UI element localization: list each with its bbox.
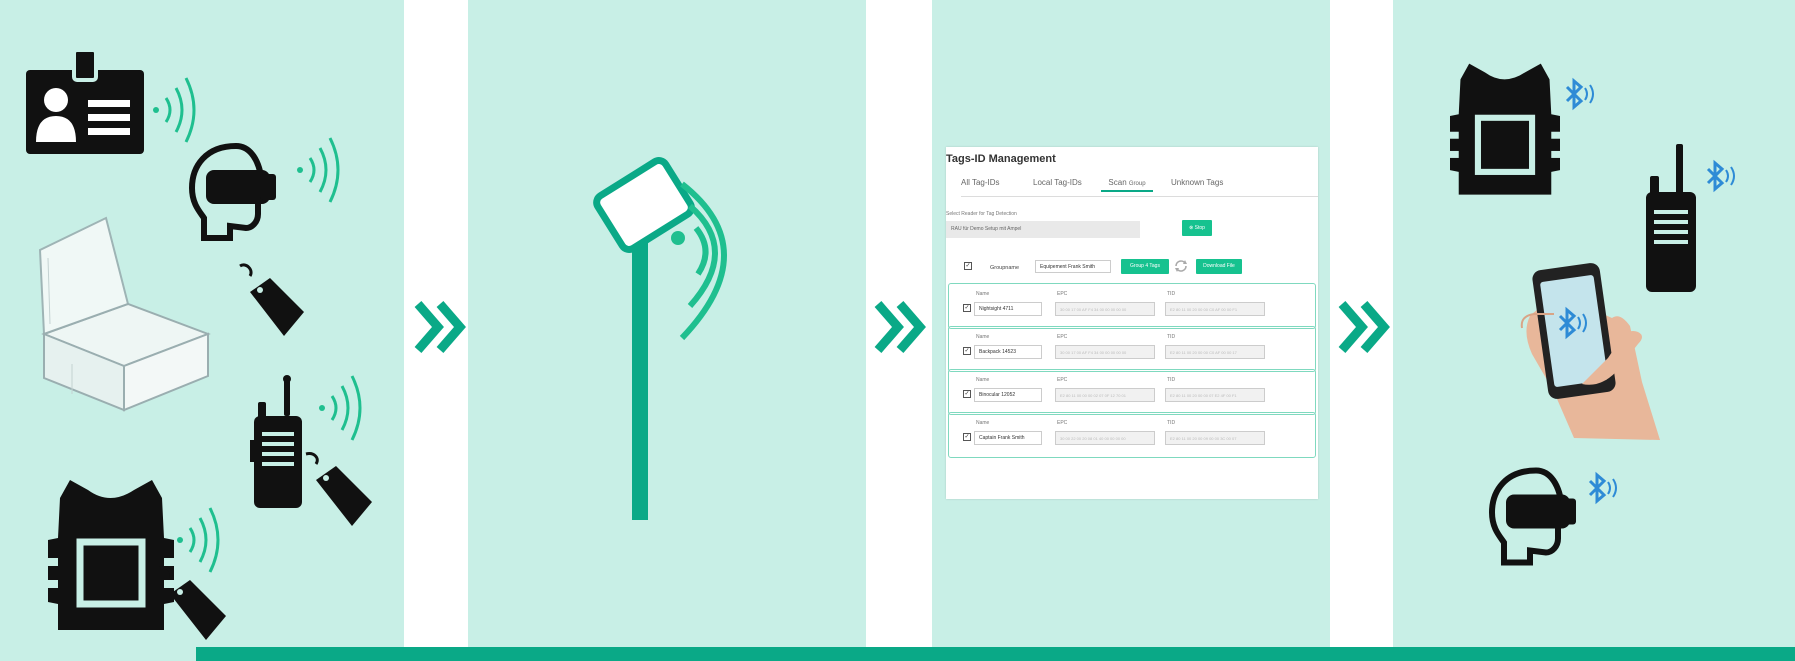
tag-row: Name EPC TID ✓ Binocular 12052 E2 80 11 … [948, 369, 1316, 415]
radio-icon [250, 375, 302, 508]
stop-button[interactable]: ⊗ Stop [1182, 220, 1212, 236]
name-col-label: Name [976, 420, 990, 426]
reader-select-label: Select Reader for Tag Detection [946, 211, 1017, 217]
tid-col-label: TID [1167, 291, 1176, 297]
tab-scan-label: Scan [1108, 178, 1127, 187]
tag-name-field[interactable]: Backpack 14523 [974, 345, 1042, 359]
bluetooth-icon [1706, 159, 1735, 193]
download-file-button[interactable]: Download File [1196, 259, 1242, 274]
signal-waves-icon [297, 137, 340, 203]
row-checkbox[interactable]: ✓ [963, 347, 971, 355]
tid-col-label: TID [1167, 377, 1176, 383]
double-chevron-right-icon [874, 301, 926, 353]
smartphone-in-hand-icon [1520, 263, 1660, 440]
rfid-reader-antenna-icon [593, 157, 727, 520]
reader-select[interactable]: RAU für Demo Setup mit Ampel [946, 221, 1140, 238]
tab-local-tag-ids[interactable]: Local Tag-IDs [1033, 178, 1082, 187]
tag-epc-field: 30 00 17 00 AF F4 34 00 00 00 00 00 [1055, 302, 1155, 316]
tag-row: Name EPC TID ✓ Backpack 14523 30 00 17 0… [948, 326, 1316, 372]
page-title: Tags-ID Management [946, 153, 1056, 165]
plastic-box-icon [38, 216, 211, 412]
tid-col-label: TID [1167, 334, 1176, 340]
tag-icon [159, 566, 226, 640]
tag-row: Name EPC TID ✓ Nightsight 4711 30 00 17 … [948, 283, 1316, 329]
tag-tid-field: E2 80 11 00 20 00 00 C0 AF 00 00 F1 [1165, 302, 1265, 316]
group-tags-button[interactable]: Group 4 Tags [1121, 259, 1169, 274]
tag-epc-field: E2 80 11 00 00 00 02 07 0F 12 70 01 [1055, 388, 1155, 402]
vest-icon [1450, 63, 1560, 195]
tag-tid-field: E2 80 11 00 20 00 00 C0 AF 00 00 17 [1165, 345, 1265, 359]
tab-scan-suffix: Group [1128, 181, 1146, 187]
id-badge-icon [26, 48, 144, 154]
bluetooth-icon [1588, 471, 1617, 505]
vest-icon [48, 480, 174, 630]
tag-name-field[interactable]: Captain Frank Smith [974, 431, 1042, 445]
tab-all-tag-ids[interactable]: All Tag-IDs [961, 178, 1000, 187]
epc-col-label: EPC [1057, 334, 1068, 340]
tag-row: Name EPC TID ✓ Captain Frank Smith 30 00… [948, 412, 1316, 458]
tag-management-screenshot: Tags-ID Management All Tag-IDs Local Tag… [946, 147, 1318, 499]
signal-waves-icon [319, 375, 362, 441]
row-checkbox[interactable]: ✓ [963, 390, 971, 398]
tag-icon [305, 452, 372, 526]
groupname-field[interactable]: Equipement Frank Smith [1035, 260, 1111, 273]
epc-col-label: EPC [1057, 420, 1068, 426]
name-col-label: Name [976, 377, 990, 383]
refresh-icon[interactable] [1173, 258, 1189, 274]
groupname-label: Groupname [990, 265, 1020, 271]
double-chevron-right-icon [1338, 301, 1390, 353]
tag-epc-field: 30 00 17 00 AF F4 34 00 00 00 00 00 [1055, 345, 1155, 359]
tid-col-label: TID [1167, 420, 1176, 426]
tag-tid-field: E2 80 11 00 20 00 00 07 E2 4F 00 F1 [1165, 388, 1265, 402]
tag-name-field[interactable]: Nightsight 4711 [974, 302, 1042, 316]
row-checkbox[interactable]: ✓ [963, 304, 971, 312]
bottom-accent-bar [196, 647, 1795, 661]
tag-name-field[interactable]: Binocular 12052 [974, 388, 1042, 402]
epc-col-label: EPC [1057, 291, 1068, 297]
tag-epc-field: 30 00 22 00 20 08 01 40 00 00 00 00 [1055, 431, 1155, 445]
tab-unknown-tags[interactable]: Unknown Tags [1171, 178, 1223, 187]
tag-icon [239, 263, 304, 336]
name-col-label: Name [976, 291, 990, 297]
name-col-label: Name [976, 334, 990, 340]
tab-scan-group[interactable]: Scan Group [1101, 178, 1153, 192]
bluetooth-icon [1565, 77, 1594, 111]
vr-headset-icon [1488, 467, 1576, 566]
double-chevron-right-icon [414, 301, 466, 353]
tag-tid-field: E2 80 11 00 20 00 09 00 00 3C 00 07 [1165, 431, 1265, 445]
row-checkbox[interactable]: ✓ [963, 433, 971, 441]
tab-bar: All Tag-IDs Local Tag-IDs Scan Group Unk… [961, 178, 1318, 197]
group-checkbox[interactable]: ✓ [964, 262, 972, 270]
epc-col-label: EPC [1057, 377, 1068, 383]
